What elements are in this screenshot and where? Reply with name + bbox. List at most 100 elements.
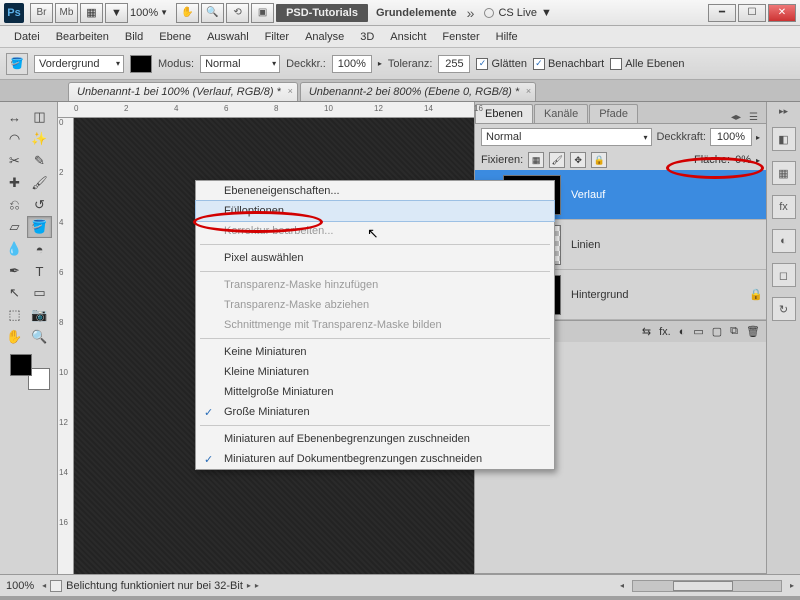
blend-mode-select[interactable]: Normal bbox=[200, 55, 280, 73]
screenmode-button[interactable]: ▼ bbox=[105, 3, 128, 23]
swatches-panel-icon[interactable]: ▦ bbox=[772, 161, 796, 185]
menu-bild[interactable]: Bild bbox=[117, 28, 151, 46]
close-tab-icon[interactable]: × bbox=[526, 86, 531, 96]
ctx-item[interactable]: Kleine Miniaturen bbox=[196, 362, 554, 382]
arrange-button[interactable]: ▣ bbox=[251, 3, 274, 23]
path-tool[interactable]: ↖ bbox=[2, 282, 27, 304]
history-brush-tool[interactable]: ↺ bbox=[27, 194, 52, 216]
lasso-tool[interactable]: ◠ bbox=[2, 128, 27, 150]
hand-button[interactable]: ✋ bbox=[176, 3, 199, 23]
menu-3d[interactable]: 3D bbox=[352, 28, 382, 46]
zoom-tool[interactable]: 🔍 bbox=[27, 326, 52, 348]
layer-name[interactable]: Verlauf bbox=[565, 189, 746, 201]
move-tool[interactable]: ↔ bbox=[2, 106, 27, 128]
close-tab-icon[interactable]: × bbox=[288, 86, 293, 96]
layers-footer-button[interactable]: ◐ bbox=[679, 326, 686, 338]
layer-blend-select[interactable]: Normal bbox=[481, 128, 652, 146]
minibridge-button[interactable]: Mb bbox=[55, 3, 78, 23]
camera-tool[interactable]: 📷 bbox=[27, 304, 52, 326]
stamp-tool[interactable]: ⎌ bbox=[2, 194, 27, 216]
tab-kanaele[interactable]: Kanäle bbox=[534, 104, 588, 123]
layers-footer-button[interactable]: 🗑 bbox=[746, 325, 760, 338]
zoom-combo[interactable]: 100%▼ bbox=[130, 7, 168, 19]
tab-ebenen[interactable]: Ebenen bbox=[475, 104, 533, 123]
menu-ansicht[interactable]: Ansicht bbox=[382, 28, 434, 46]
ctx-item[interactable]: Fülloptionen... bbox=[195, 200, 555, 222]
expand-panels-icon[interactable]: ▸▸ bbox=[779, 106, 788, 117]
opacity-input[interactable]: 100% bbox=[332, 55, 372, 73]
crop-tool[interactable]: ✂ bbox=[2, 150, 27, 172]
masks-panel-icon[interactable]: ◻ bbox=[772, 263, 796, 287]
menu-analyse[interactable]: Analyse bbox=[297, 28, 352, 46]
menu-ebene[interactable]: Ebene bbox=[151, 28, 199, 46]
lock-transparency-icon[interactable]: ▦ bbox=[528, 152, 544, 168]
heal-tool[interactable]: ✚ bbox=[2, 172, 27, 194]
layers-footer-button[interactable]: ⧉ bbox=[730, 325, 738, 338]
ctx-item[interactable]: Pixel auswählen bbox=[196, 248, 554, 268]
marquee-tool[interactable]: ◫ bbox=[27, 106, 52, 128]
menu-datei[interactable]: Datei bbox=[6, 28, 48, 46]
ruler-horizontal[interactable]: 0246810121416 bbox=[58, 102, 474, 118]
menu-fenster[interactable]: Fenster bbox=[434, 28, 487, 46]
layers-footer-button[interactable]: fx. bbox=[659, 326, 671, 338]
zoom-button[interactable]: 🔍 bbox=[201, 3, 224, 23]
shape-tool[interactable]: ▭ bbox=[27, 282, 52, 304]
expand-icon[interactable]: » bbox=[467, 5, 475, 21]
pen-tool[interactable]: ✒ bbox=[2, 260, 27, 282]
layer-opacity-input[interactable]: 100% bbox=[710, 128, 752, 146]
ctx-item[interactable]: Mittelgroße Miniaturen bbox=[196, 382, 554, 402]
close-button[interactable]: ✕ bbox=[768, 4, 796, 22]
3d-tool[interactable]: ⬚ bbox=[2, 304, 27, 326]
maximize-button[interactable]: ☐ bbox=[738, 4, 766, 22]
menu-auswahl[interactable]: Auswahl bbox=[199, 28, 257, 46]
panel-collapse-icon[interactable]: ◂▸ bbox=[727, 112, 745, 123]
fill-input[interactable]: 0% bbox=[735, 154, 751, 166]
bridge-button[interactable]: Br bbox=[30, 3, 53, 23]
bucket-tool-icon[interactable]: 🪣 bbox=[6, 53, 28, 75]
fg-bg-colors[interactable] bbox=[10, 354, 50, 390]
lock-pixels-icon[interactable]: 🖌 bbox=[549, 152, 565, 168]
tab-pfade[interactable]: Pfade bbox=[589, 104, 638, 123]
horizontal-scrollbar[interactable] bbox=[632, 580, 782, 592]
menu-bearbeiten[interactable]: Bearbeiten bbox=[48, 28, 117, 46]
wand-tool[interactable]: ✨ bbox=[27, 128, 52, 150]
dodge-tool[interactable]: ◓ bbox=[27, 238, 52, 260]
menu-hilfe[interactable]: Hilfe bbox=[488, 28, 526, 46]
hand-tool[interactable]: ✋ bbox=[2, 326, 27, 348]
layer-name[interactable]: Linien bbox=[565, 239, 746, 251]
ctx-item[interactable]: Miniaturen auf Dokumentbegrenzungen zusc… bbox=[196, 449, 554, 469]
tolerance-input[interactable]: 255 bbox=[438, 55, 470, 73]
ruler-vertical[interactable]: 0246810121416 bbox=[58, 118, 74, 574]
workspace-name[interactable]: Grundelemente bbox=[376, 7, 457, 19]
grid-button[interactable]: ▦ bbox=[80, 3, 103, 23]
antialias-checkbox[interactable]: ✓Glätten bbox=[476, 58, 526, 70]
doctab-1[interactable]: Unbenannt-1 bei 100% (Verlauf, RGB/8) *× bbox=[68, 82, 298, 101]
lock-all-icon[interactable]: 🔒 bbox=[591, 152, 607, 168]
ctx-item[interactable]: Große Miniaturen bbox=[196, 402, 554, 422]
blur-tool[interactable]: 💧 bbox=[2, 238, 27, 260]
eyedropper-tool[interactable]: ✎ bbox=[27, 150, 52, 172]
fill-swatch[interactable] bbox=[130, 55, 152, 73]
styles-panel-icon[interactable]: fx bbox=[772, 195, 796, 219]
adjustments-panel-icon[interactable]: ◐ bbox=[772, 229, 796, 253]
brush-tool[interactable]: 🖌 bbox=[27, 172, 52, 194]
type-tool[interactable]: T bbox=[27, 260, 52, 282]
menu-filter[interactable]: Filter bbox=[257, 28, 297, 46]
rotate-view-button[interactable]: ⟲ bbox=[226, 3, 249, 23]
contiguous-checkbox[interactable]: ✓Benachbart bbox=[533, 58, 604, 70]
history-panel-icon[interactable]: ↻ bbox=[772, 297, 796, 321]
color-panel-icon[interactable]: ◧ bbox=[772, 127, 796, 151]
layer-name[interactable]: Hintergrund bbox=[565, 289, 746, 301]
cslive-button[interactable]: CS Live▼ bbox=[484, 7, 551, 19]
layers-footer-button[interactable]: ▢ bbox=[712, 325, 722, 338]
minimize-button[interactable]: ━ bbox=[708, 4, 736, 22]
ctx-item[interactable]: Keine Miniaturen bbox=[196, 342, 554, 362]
ctx-item[interactable]: Ebeneneigenschaften... bbox=[196, 181, 554, 201]
bucket-tool[interactable]: 🪣 bbox=[27, 216, 52, 238]
panel-menu-icon[interactable]: ☰ bbox=[745, 112, 762, 123]
eraser-tool[interactable]: ▱ bbox=[2, 216, 27, 238]
all-layers-checkbox[interactable]: Alle Ebenen bbox=[610, 58, 684, 70]
ctx-item[interactable]: Miniaturen auf Ebenenbegrenzungen zuschn… bbox=[196, 429, 554, 449]
layers-footer-button[interactable]: ⇆ bbox=[642, 325, 651, 338]
layers-footer-button[interactable]: ▭ bbox=[693, 325, 703, 338]
